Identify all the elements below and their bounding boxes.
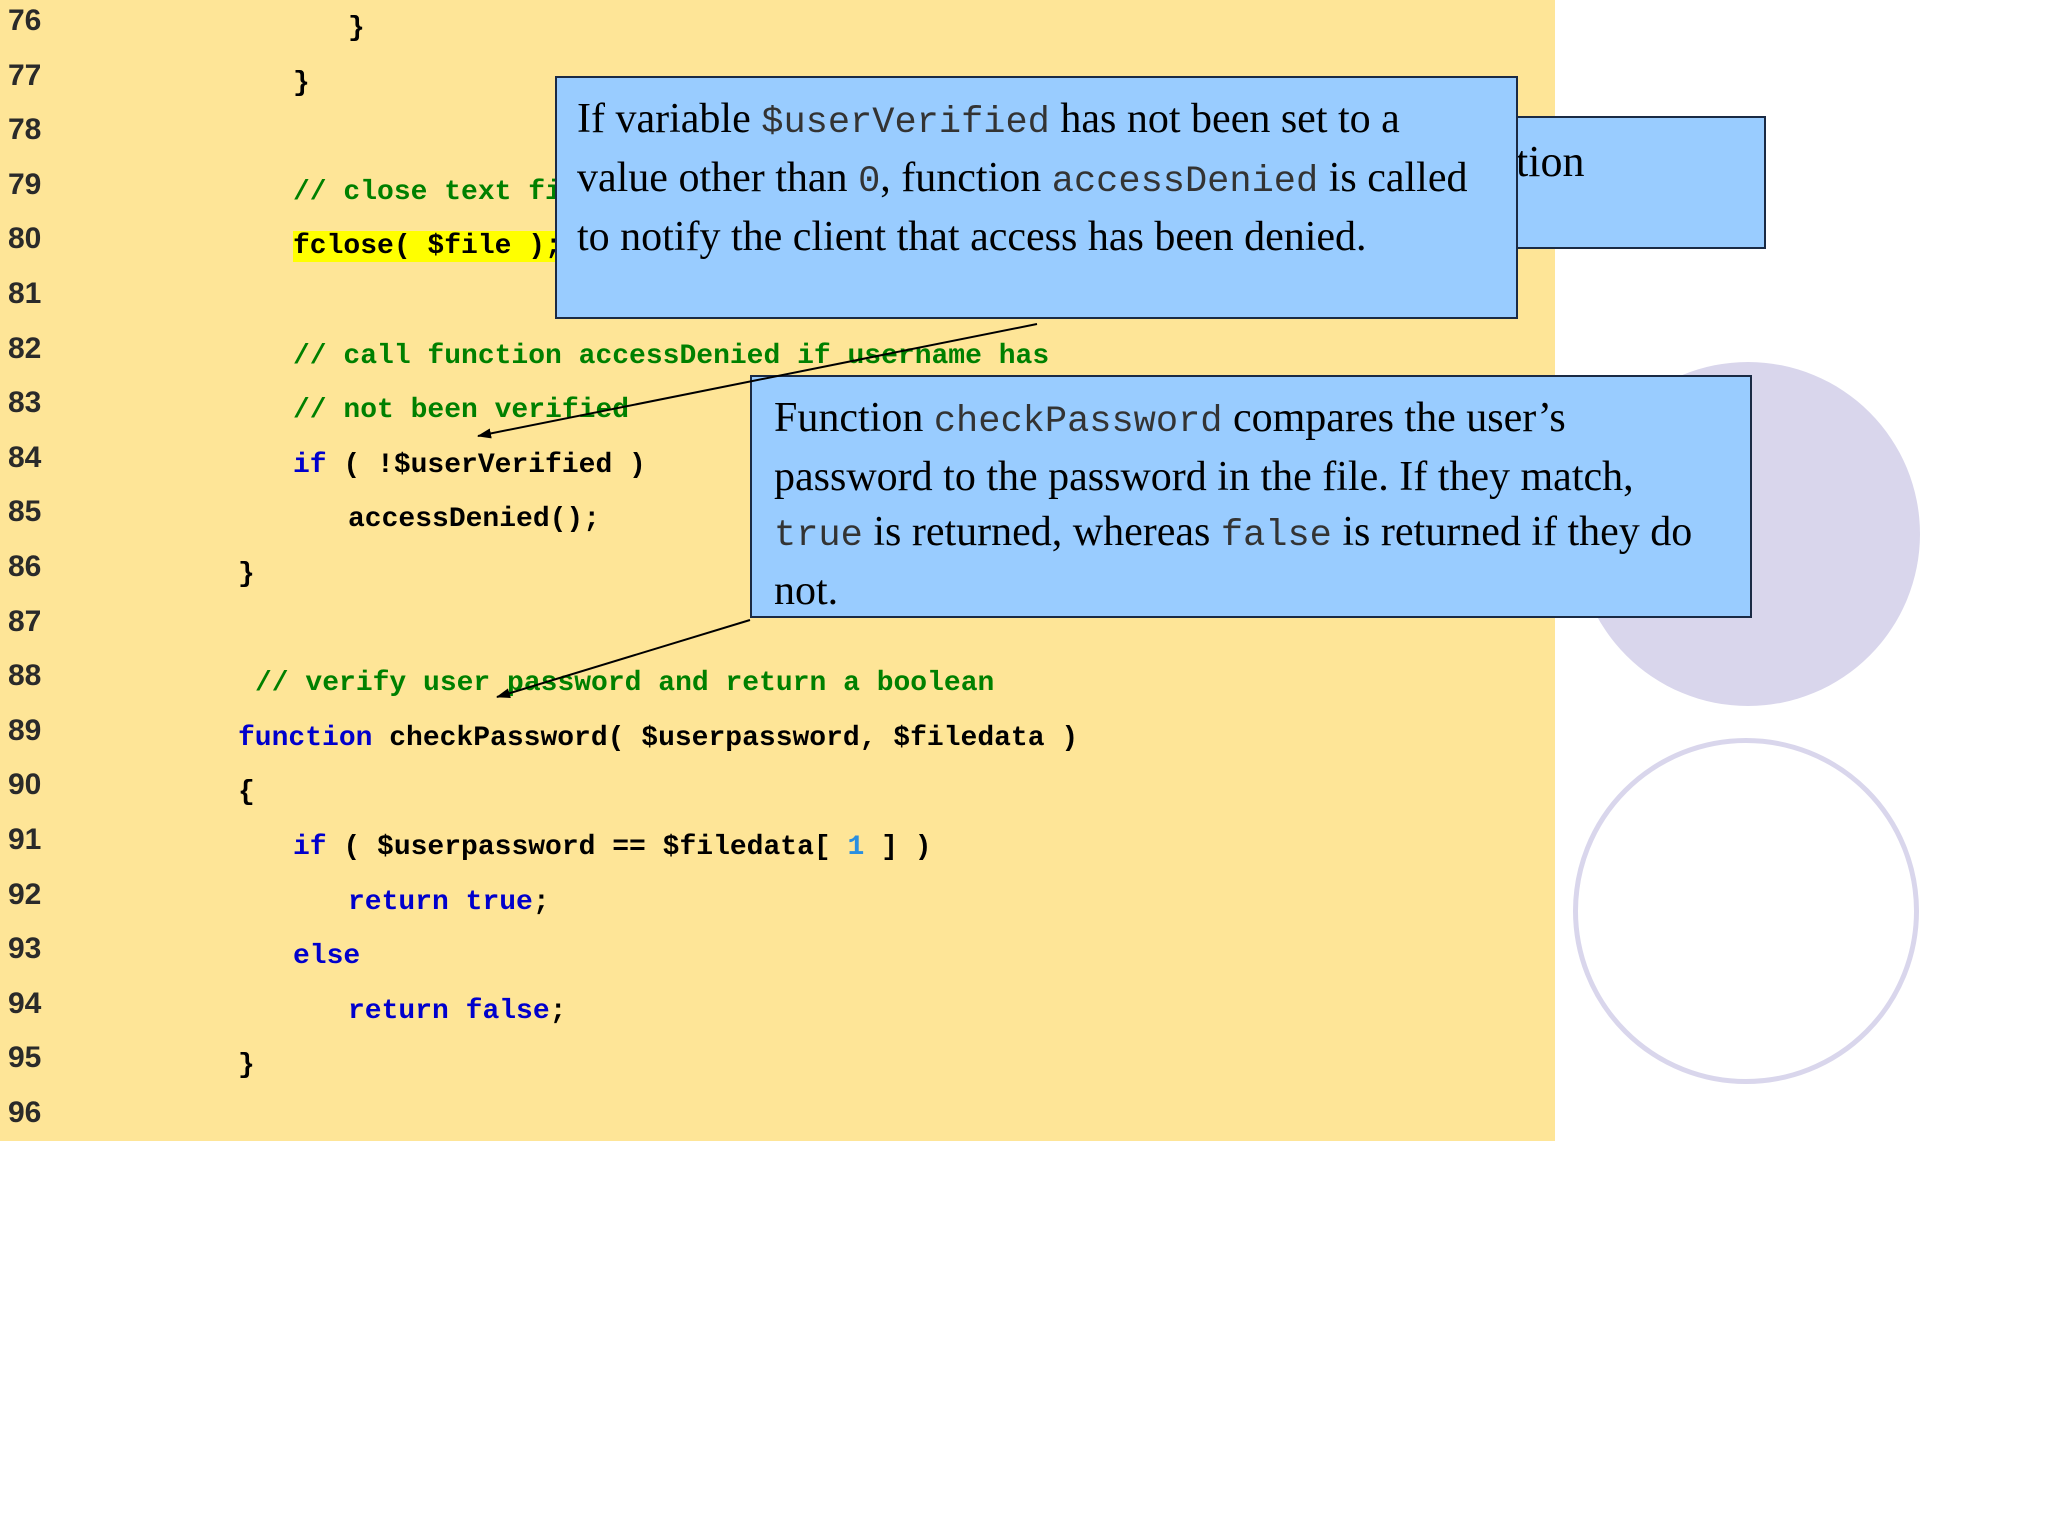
code-text: accessDenied(); [348,501,600,539]
code-text: if ( $userpassword == $filedata[ 1 ] ) [293,829,932,867]
code-line: 93 else [0,930,1555,984]
code-token: true [465,886,533,918]
callout-text: If variable [577,96,762,142]
line-number: 78 [8,113,42,147]
code-token: if [293,832,327,863]
code-token: } [238,559,255,590]
code-token: // close text file [293,176,596,208]
line-number: 77 [8,58,42,92]
line-number: 92 [8,877,42,911]
code-text: } [348,10,365,48]
code-text: } [293,65,310,103]
line-number: 93 [8,932,42,966]
code-text: if ( !$userVerified ) [293,447,646,485]
line-number: 82 [8,331,42,365]
code-line: 94 return false; [0,985,1555,1039]
line-number: 94 [8,986,42,1020]
code-text: // call function accessDenied if usernam… [293,338,1049,376]
code-token: accessDenied(); [348,504,601,536]
callout-text: Function [774,395,934,441]
code-token: return [348,995,449,1027]
code-token: else [293,941,361,973]
code-text: // not been verified [293,392,629,430]
line-number: 80 [8,222,42,256]
code-token: if [293,449,327,481]
code-line: 90 { [0,766,1555,820]
code-line: 95} [0,1039,1555,1093]
code-text: return false; [348,993,566,1031]
code-text: { [238,774,255,812]
code-line: 96 [0,1094,1555,1148]
callout-text: , function [880,155,1052,201]
line-number: 79 [8,167,42,201]
code-text: return true; [348,884,550,922]
line-number: 91 [8,823,42,856]
code-token: // not been verified [293,395,630,427]
code-token: ( !$userVerified ) [326,449,646,481]
code-token: ; [549,995,567,1027]
line-number: 85 [8,495,42,529]
line-number: 96 [8,1096,42,1129]
callout-code-term: accessDenied [1051,161,1319,203]
code-text: fclose( $file ); [293,228,562,266]
code-text: function checkPassword( $userpassword, $… [238,720,1078,758]
callout-code-term: checkPassword [933,401,1223,443]
code-token: } [238,1050,255,1082]
code-line: 89 function checkPassword( $userpassword,… [0,712,1555,766]
code-text: } [238,556,255,594]
line-number: 90 [8,768,42,802]
callout-text: is returned, whereas [862,509,1221,555]
decorative-outline-circle [1573,738,1919,1084]
code-token: 1 [847,832,865,863]
code-line: 91 if ( $userpassword == $filedata[ 1 ] ) [0,821,1555,875]
callout-code-term: false [1220,515,1332,557]
code-line: 92 return true; [0,876,1555,930]
code-text: else [293,938,360,976]
code-token: ] ) [864,832,932,863]
code-text: } [238,1047,255,1085]
code-line: 88 // verify user password and return a b… [0,657,1555,711]
code-token: ; [532,886,550,918]
code-token: // verify user password and return a boo… [255,668,995,700]
callout-code-term: 0 [858,161,881,203]
line-number: 86 [8,550,42,583]
code-token: function [238,722,373,754]
code-token: checkPassword( $userpassword, $filedata … [372,722,1079,754]
code-token: } [348,13,365,44]
code-token: fclose( $file ); [293,231,562,263]
callout-hidden-text: tion [1516,137,1585,186]
line-number: 76 [8,4,42,37]
code-token: false [465,995,550,1027]
code-line: 76} [0,2,1555,56]
callout-code-term: true [774,515,863,557]
callout-check-password: Function checkPassword compares the user… [750,375,1752,618]
code-token: } [293,67,310,99]
line-number: 89 [8,713,42,747]
code-token: { [238,777,255,809]
callout-user-verified: If variable $userVerified has not been s… [555,76,1518,319]
code-token: // call function accessDenied if usernam… [293,340,1050,372]
line-number: 83 [8,386,42,420]
line-number: 81 [8,277,42,310]
code-token: return [348,886,449,918]
line-number: 88 [8,659,42,693]
code-text: // verify user password and return a boo… [255,665,994,703]
code-token: ( $userpassword == $filedata[ [326,832,848,863]
line-number: 95 [8,1041,42,1075]
line-number: 84 [8,440,42,474]
line-number: 87 [8,604,42,638]
callout-code-term: $userVerified [761,102,1050,144]
code-text: // close text file [293,174,595,212]
